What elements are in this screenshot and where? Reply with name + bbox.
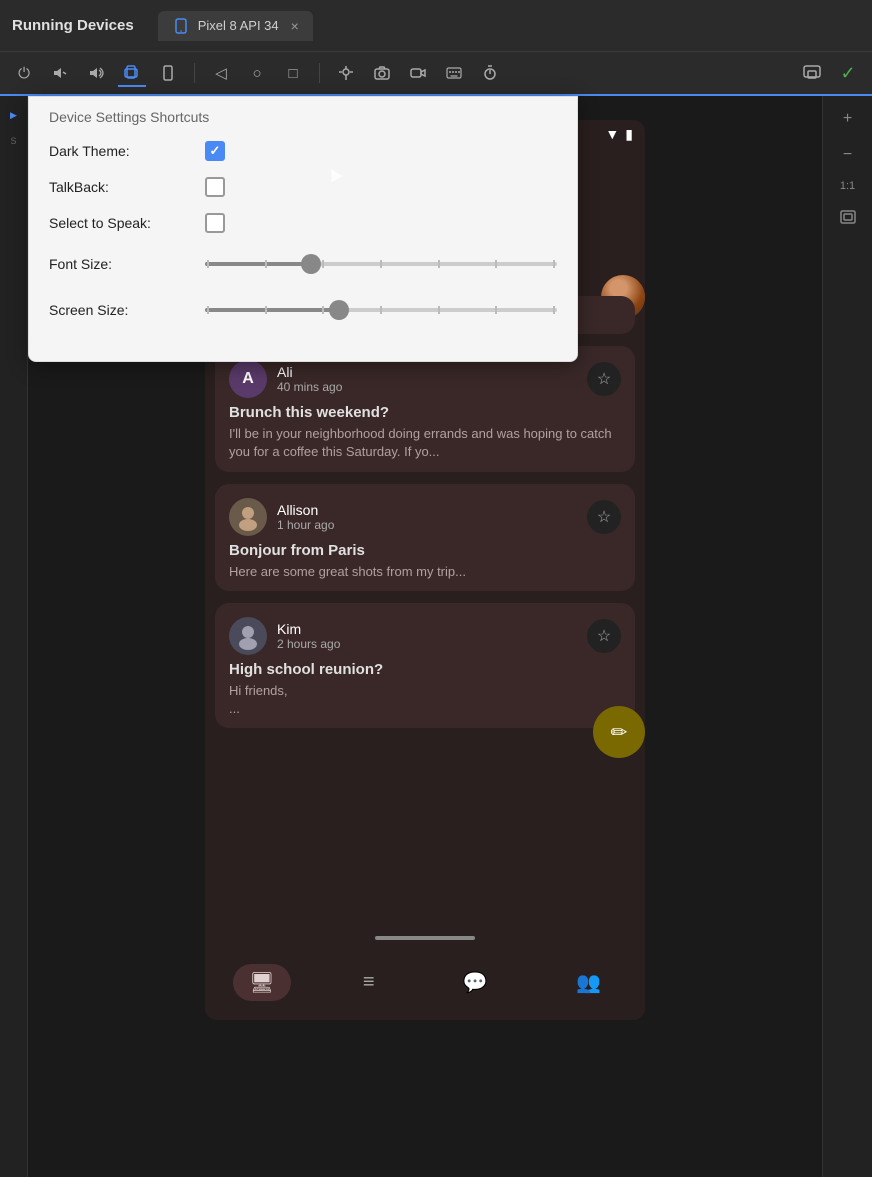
- nav-chat[interactable]: ≡: [347, 965, 391, 1000]
- ali-avatar: A: [229, 360, 267, 398]
- ali-name: Ali: [277, 364, 577, 380]
- screen-size-label: Screen Size:: [49, 302, 189, 318]
- ali-preview: I'll be in your neighborhood doing erran…: [229, 425, 621, 461]
- device-settings-title: Device Settings Shortcuts: [49, 109, 557, 125]
- font-size-row: Font Size:: [49, 249, 557, 279]
- dark-theme-row: Dark Theme: ✓: [49, 141, 557, 161]
- ali-subject: Brunch this weekend?: [229, 404, 621, 421]
- talkback-checkbox[interactable]: [205, 177, 225, 197]
- kim-subject: High school reunion?: [229, 661, 621, 678]
- device-tab[interactable]: Pixel 8 API 34 ×: [158, 11, 313, 41]
- nav-mail-icon: 🖥: [249, 970, 274, 995]
- allison-avatar-inner: [229, 498, 267, 536]
- vol-down-button[interactable]: [46, 59, 74, 87]
- sidebar-strip: ▶ S: [0, 96, 28, 1177]
- tab-device-icon: [172, 17, 190, 35]
- allison-time: 1 hour ago: [277, 518, 577, 532]
- nav-mail[interactable]: 🖥: [233, 964, 290, 1001]
- nav-meet[interactable]: 👥: [560, 964, 617, 1001]
- rotate-button[interactable]: [118, 59, 146, 87]
- keyboard-button[interactable]: [440, 59, 468, 87]
- ali-meta: Ali 40 mins ago: [277, 364, 577, 394]
- kim-star-button[interactable]: ☆: [587, 619, 621, 653]
- bottom-nav: 🖥 ≡ 💬 👥: [205, 952, 645, 1020]
- talkback-label: TalkBack:: [49, 179, 189, 195]
- toolbar-right: ✓: [798, 59, 862, 87]
- tab-close-button[interactable]: ×: [291, 18, 299, 34]
- kim-avatar: [229, 617, 267, 655]
- kim-time: 2 hours ago: [277, 637, 577, 651]
- main-area: ▶ S Device Settings Shortcuts Dark Theme…: [0, 96, 872, 1177]
- battery-icon: ▮: [625, 126, 633, 143]
- back-button[interactable]: ◁: [207, 59, 235, 87]
- nav-chat-icon: ≡: [363, 971, 375, 994]
- scroll-indicator: [375, 936, 475, 940]
- ali-time: 40 mins ago: [277, 380, 577, 394]
- fit-button[interactable]: [833, 202, 863, 232]
- camera-button[interactable]: [368, 59, 396, 87]
- home-button[interactable]: ○: [243, 59, 271, 87]
- allison-star-button[interactable]: ☆: [587, 500, 621, 534]
- kim-avatar-inner: [229, 617, 267, 655]
- ali-star-button[interactable]: ☆: [587, 362, 621, 396]
- dark-theme-label: Dark Theme:: [49, 143, 189, 159]
- fab-compose-button[interactable]: ✏: [593, 706, 645, 758]
- kim-meta: Kim 2 hours ago: [277, 621, 577, 651]
- ali-header: A Ali 40 mins ago ☆: [229, 360, 621, 398]
- nav-meet-icon: 👥: [576, 970, 601, 995]
- message-card-ali[interactable]: A Ali 40 mins ago ☆ Brunch this weekend?…: [215, 346, 635, 471]
- select-to-speak-checkbox[interactable]: [205, 213, 225, 233]
- device-settings-panel: Device Settings Shortcuts Dark Theme: ✓ …: [28, 96, 578, 362]
- select-to-speak-label: Select to Speak:: [49, 215, 189, 231]
- allison-meta: Allison 1 hour ago: [277, 502, 577, 532]
- wifi-icon: ▼: [605, 126, 619, 142]
- message-card-allison[interactable]: Allison 1 hour ago ☆ Bonjour from Paris …: [215, 484, 635, 591]
- allison-preview: Here are some great shots from my trip..…: [229, 563, 621, 581]
- kim-preview-extra: ...: [229, 700, 621, 718]
- sidebar-item-2[interactable]: S: [3, 130, 25, 152]
- allison-name: Allison: [277, 502, 577, 518]
- right-panel: + − 1:1: [822, 96, 872, 1177]
- timer-button[interactable]: [476, 59, 504, 87]
- nav-message[interactable]: 💬: [447, 964, 504, 1001]
- screen-size-row: Screen Size:: [49, 295, 557, 325]
- allison-header: Allison 1 hour ago ☆: [229, 498, 621, 536]
- power-button[interactable]: ⏻: [10, 59, 38, 87]
- sidebar-item-1[interactable]: ▶: [3, 104, 25, 126]
- talkback-row: TalkBack:: [49, 177, 557, 197]
- kim-name: Kim: [277, 621, 577, 637]
- separator-2: [319, 63, 320, 83]
- title-bar: Running Devices Pixel 8 API 34 ×: [0, 0, 872, 52]
- separator-1: [194, 63, 195, 83]
- toolbar: ⏻ ◁ ○ □ ✓: [0, 52, 872, 96]
- rotate-portrait-button[interactable]: [154, 59, 182, 87]
- screen-size-slider[interactable]: [205, 295, 557, 325]
- checkbox-checkmark: ✓: [210, 143, 221, 159]
- font-size-label: Font Size:: [49, 256, 189, 272]
- tab-label: Pixel 8 API 34: [198, 18, 279, 33]
- app-title: Running Devices: [12, 17, 134, 34]
- nav-message-icon: 💬: [463, 970, 488, 995]
- allison-subject: Bonjour from Paris: [229, 542, 621, 559]
- zoom-out-button[interactable]: −: [833, 140, 863, 170]
- video-button[interactable]: [404, 59, 432, 87]
- display-button[interactable]: [798, 59, 826, 87]
- check-button[interactable]: ✓: [834, 59, 862, 87]
- ratio-label: 1:1: [840, 180, 855, 192]
- font-size-slider[interactable]: [205, 249, 557, 279]
- kim-header: Kim 2 hours ago ☆: [229, 617, 621, 655]
- dark-theme-checkbox[interactable]: ✓: [205, 141, 225, 161]
- vol-up-button[interactable]: [82, 59, 110, 87]
- location-button[interactable]: [332, 59, 360, 87]
- select-to-speak-row: Select to Speak:: [49, 213, 557, 233]
- fab-icon: ✏: [611, 720, 628, 745]
- ali-avatar-inner: A: [229, 360, 267, 398]
- kim-preview: Hi friends,: [229, 682, 621, 700]
- allison-avatar: [229, 498, 267, 536]
- zoom-in-button[interactable]: +: [833, 104, 863, 134]
- recents-button[interactable]: □: [279, 59, 307, 87]
- message-card-kim[interactable]: Kim 2 hours ago ☆ High school reunion? H…: [215, 603, 635, 728]
